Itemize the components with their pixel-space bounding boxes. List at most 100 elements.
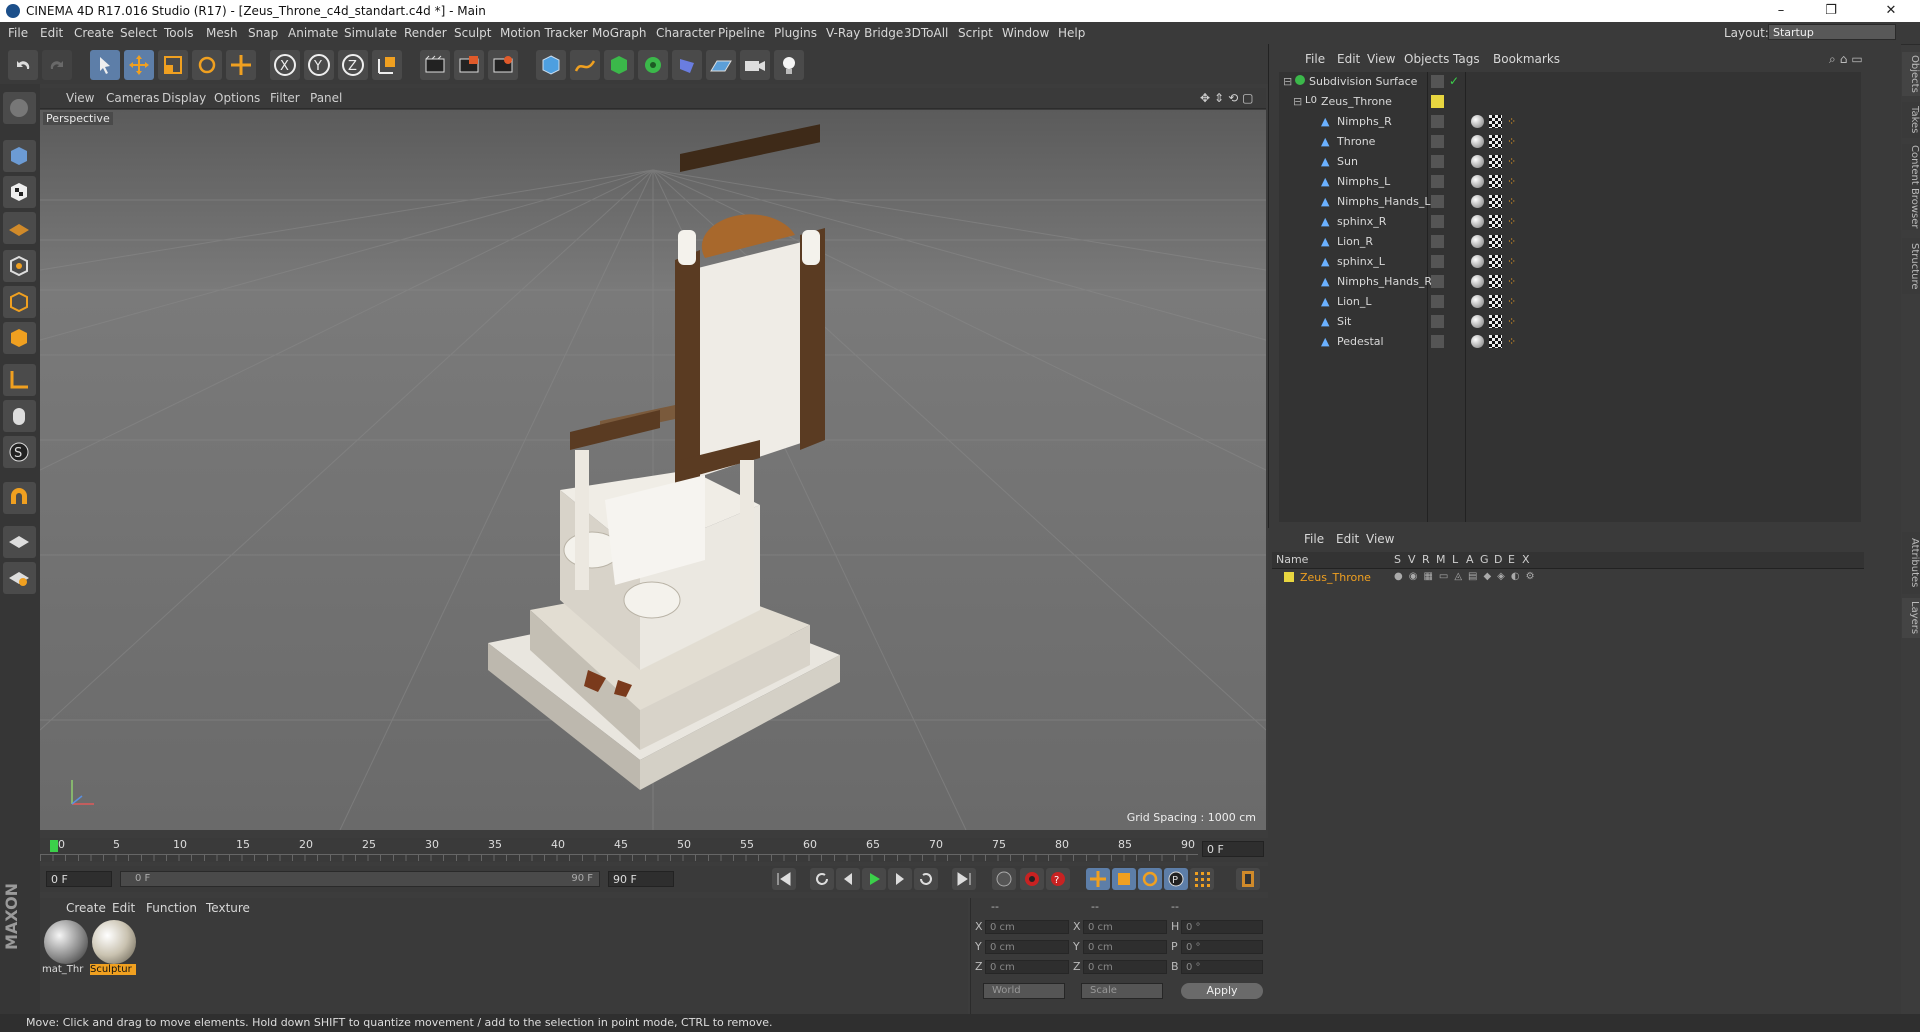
- tree-row[interactable]: ⊟ L0 Zeus_Throne: [1279, 92, 1861, 112]
- size-y-field[interactable]: 0 cm: [1083, 940, 1167, 954]
- record-button[interactable]: [1020, 868, 1044, 890]
- tree-row[interactable]: ▲ sphinx_L ⁘: [1279, 252, 1861, 272]
- camera-button[interactable]: [740, 50, 770, 80]
- layer-name[interactable]: Zeus_Throne: [1300, 571, 1371, 584]
- uvw-tag-icon[interactable]: [1489, 175, 1502, 188]
- current-frame-field[interactable]: 0 F: [1202, 841, 1264, 857]
- viewport-menu-display[interactable]: Display: [162, 91, 206, 105]
- visibility-toggle[interactable]: [1431, 275, 1444, 288]
- material-tag-icon[interactable]: [1471, 335, 1484, 348]
- viewport-nav-icons[interactable]: ✥⇕⟲▢: [1200, 91, 1258, 105]
- menu-select[interactable]: Select: [120, 26, 157, 40]
- keyframe-selection-button[interactable]: [992, 868, 1016, 890]
- selection-tag-icon[interactable]: ⁘: [1507, 255, 1516, 268]
- size-z-field[interactable]: 0 cm: [1083, 960, 1167, 974]
- end-frame-field[interactable]: 90 F: [608, 871, 674, 887]
- material-tag-icon[interactable]: [1471, 135, 1484, 148]
- menu-tools[interactable]: Tools: [164, 26, 194, 40]
- tree-item-label[interactable]: Zeus_Throne: [1321, 95, 1392, 108]
- position-x-field[interactable]: 0 cm: [985, 920, 1069, 934]
- uvw-tag-icon[interactable]: [1489, 115, 1502, 128]
- uvw-tag-icon[interactable]: [1489, 315, 1502, 328]
- menu-vray-bridge[interactable]: V-Ray Bridge: [826, 26, 903, 40]
- cloner-button[interactable]: [638, 50, 668, 80]
- floor-scene-button[interactable]: [706, 50, 736, 80]
- visibility-toggle[interactable]: [1431, 135, 1444, 148]
- selection-tag-icon[interactable]: ⁘: [1507, 195, 1516, 208]
- selection-tag-icon[interactable]: ⁘: [1507, 295, 1516, 308]
- prev-frame-button[interactable]: [836, 868, 860, 890]
- tree-item-label[interactable]: Pedestal: [1337, 335, 1384, 348]
- go-to-start-button[interactable]: [772, 868, 796, 890]
- selection-tag-icon[interactable]: ⁘: [1507, 235, 1516, 248]
- search-icon[interactable]: ⌕⌂▭: [1829, 52, 1867, 67]
- layers-menu-edit[interactable]: Edit: [1336, 532, 1359, 546]
- layers-menu-file[interactable]: File: [1304, 532, 1324, 546]
- next-keyframe-button[interactable]: [914, 868, 938, 890]
- transform-mode-dropdown[interactable]: Scale: [1081, 983, 1163, 999]
- menu-simulate[interactable]: Simulate: [344, 26, 397, 40]
- grid-snap-button[interactable]: [3, 562, 36, 594]
- objects-menu-bookmarks[interactable]: Bookmarks: [1493, 52, 1560, 66]
- tree-item-label[interactable]: sphinx_R: [1337, 215, 1386, 228]
- menu-create[interactable]: Create: [74, 26, 114, 40]
- uvw-tag-icon[interactable]: [1489, 135, 1502, 148]
- layer-color-swatch[interactable]: [1431, 95, 1444, 108]
- material-tag-icon[interactable]: [1471, 215, 1484, 228]
- rotation-p-field[interactable]: 0 °: [1181, 940, 1263, 954]
- menu-plugins[interactable]: Plugins: [774, 26, 817, 40]
- layer-color-swatch[interactable]: [1284, 572, 1294, 582]
- redo-button[interactable]: [42, 50, 72, 80]
- tree-row[interactable]: ▲ Sit ⁘: [1279, 312, 1861, 332]
- viewport-camera-label[interactable]: Perspective: [43, 112, 113, 125]
- visibility-toggle[interactable]: [1431, 175, 1444, 188]
- tree-row[interactable]: ▲ Nimphs_L ⁘: [1279, 172, 1861, 192]
- frame-range-slider[interactable]: 0 F 90 F: [120, 871, 600, 887]
- tree-row[interactable]: ▲ Nimphs_Hands_L ⁘: [1279, 192, 1861, 212]
- visibility-toggle[interactable]: [1431, 335, 1444, 348]
- tree-item-label[interactable]: sphinx_L: [1337, 255, 1385, 268]
- snap-button[interactable]: S: [3, 436, 36, 468]
- uvw-tag-icon[interactable]: [1489, 335, 1502, 348]
- tab-takes[interactable]: Takes: [1902, 102, 1920, 138]
- tree-item-label[interactable]: Throne: [1337, 135, 1375, 148]
- y-axis-lock-button[interactable]: Y: [304, 50, 334, 80]
- tree-row[interactable]: ⊟ Subdivision Surface ✓: [1279, 72, 1861, 92]
- render-settings-button[interactable]: [488, 50, 518, 80]
- menu-sculpt[interactable]: Sculpt: [454, 26, 491, 40]
- material-tag-icon[interactable]: [1471, 155, 1484, 168]
- material-menu-function[interactable]: Function: [146, 901, 197, 915]
- minimize-button[interactable]: –: [1758, 0, 1804, 22]
- material-tag-icon[interactable]: [1471, 315, 1484, 328]
- tab-attributes[interactable]: Attributes: [1902, 532, 1920, 594]
- workplane-lock-button[interactable]: [3, 526, 36, 558]
- visibility-toggle[interactable]: [1431, 215, 1444, 228]
- tree-item-label[interactable]: Lion_R: [1337, 235, 1373, 248]
- tab-structure[interactable]: Structure: [1902, 238, 1920, 294]
- go-to-end-button[interactable]: [952, 868, 976, 890]
- menu-animate[interactable]: Animate: [288, 26, 338, 40]
- tree-row[interactable]: ▲ sphinx_R ⁘: [1279, 212, 1861, 232]
- visibility-toggle[interactable]: [1431, 195, 1444, 208]
- visibility-toggle[interactable]: [1431, 75, 1444, 88]
- material-menu-edit[interactable]: Edit: [112, 901, 135, 915]
- viewport-menu-cameras[interactable]: Cameras: [106, 91, 159, 105]
- timeline-ruler[interactable]: 0 5 10 15 20 25 30 35 40 45 50 55 60 65 …: [40, 838, 1268, 862]
- scale-tool-button[interactable]: [158, 50, 188, 80]
- model-mode-button[interactable]: [3, 92, 36, 124]
- size-x-field[interactable]: 0 cm: [1083, 920, 1167, 934]
- material-label[interactable]: mat_Thr: [42, 964, 88, 975]
- prev-keyframe-button[interactable]: [810, 868, 834, 890]
- coordinate-system-button[interactable]: [372, 50, 402, 80]
- menu-mograph[interactable]: MoGraph: [592, 26, 647, 40]
- uvw-tag-icon[interactable]: [1489, 275, 1502, 288]
- key-scale-button[interactable]: [1112, 868, 1136, 890]
- material-swatch[interactable]: [92, 920, 136, 964]
- selection-tag-icon[interactable]: ⁘: [1507, 155, 1516, 168]
- viewport-menu-filter[interactable]: Filter: [270, 91, 300, 105]
- tree-item-label[interactable]: Subdivision Surface: [1309, 75, 1417, 88]
- move-tool-button[interactable]: [124, 50, 154, 80]
- material-tag-icon[interactable]: [1471, 115, 1484, 128]
- visibility-toggle[interactable]: [1431, 255, 1444, 268]
- selection-tag-icon[interactable]: ⁘: [1507, 215, 1516, 228]
